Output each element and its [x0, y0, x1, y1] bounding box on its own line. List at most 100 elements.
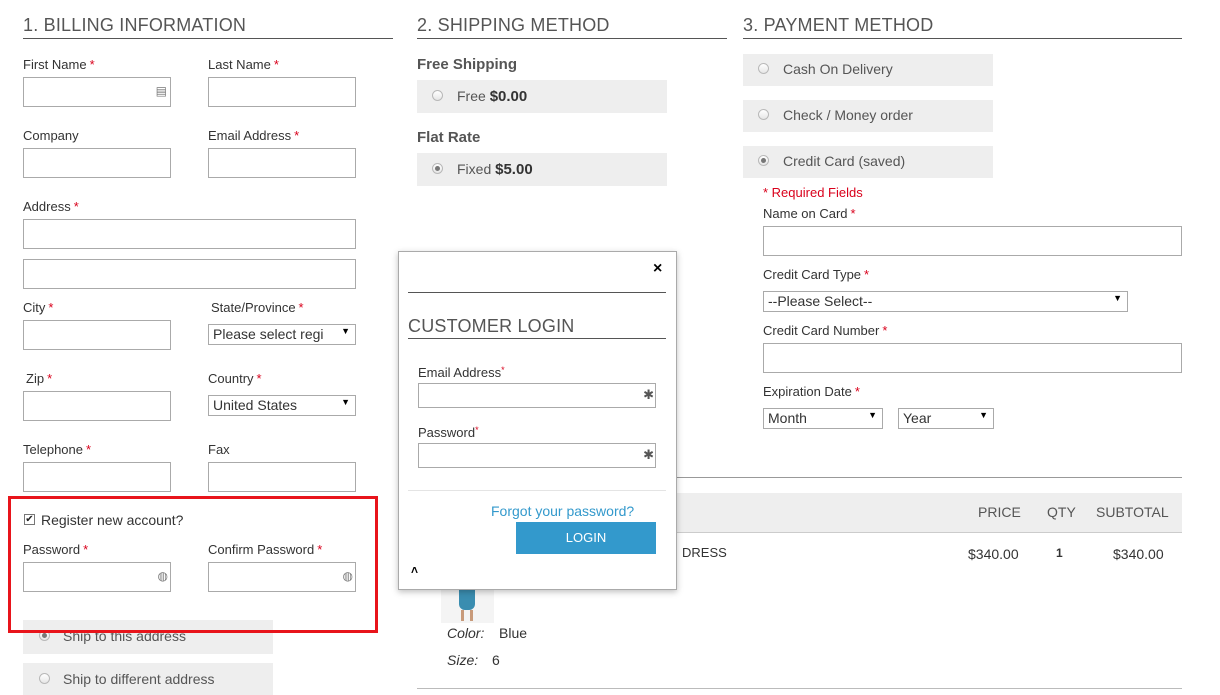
chevron-down-icon: ▼: [341, 326, 350, 336]
customer-login-title: CUSTOMER LOGIN: [408, 316, 575, 336]
modal-divider: [408, 490, 666, 491]
fax-field[interactable]: [208, 462, 356, 492]
highlight-box: [8, 496, 378, 633]
size-attribute-value: 6: [492, 652, 500, 668]
card-number-field[interactable]: [763, 343, 1182, 373]
first-name-label: First Name *: [23, 57, 95, 72]
chevron-down-icon: ▼: [1113, 293, 1122, 303]
state-select-value: Please select regi: [213, 326, 324, 342]
free-shipping-label: Free $0.00: [457, 88, 528, 105]
address-line-2-field[interactable]: [23, 259, 356, 289]
ship-different-address-option[interactable]: Ship to different address: [23, 663, 273, 695]
country-select[interactable]: United States ▼: [208, 395, 356, 416]
contact-card-icon: ▤: [155, 84, 167, 98]
check-money-order-option[interactable]: Check / Money order: [743, 100, 993, 132]
modal-title-rule: [408, 338, 666, 339]
login-password-label: Password*: [418, 425, 479, 440]
product-thumbnail[interactable]: [441, 590, 494, 623]
card-number-label: Credit Card Number *: [763, 323, 888, 338]
last-name-label: Last Name *: [208, 57, 279, 72]
cash-on-delivery-label: Cash On Delivery: [783, 61, 893, 77]
company-field[interactable]: [23, 148, 171, 178]
country-select-value: United States: [213, 397, 298, 413]
billing-title: 1. BILLING INFORMATION: [23, 15, 247, 35]
name-on-card-field[interactable]: [763, 226, 1182, 256]
chevron-down-icon: ▼: [868, 410, 877, 420]
size-attribute-label: Size:: [447, 652, 479, 668]
fax-label: Fax: [208, 442, 230, 457]
card-type-select-value: --Please Select--: [768, 293, 873, 309]
shipping-title: 2. SHIPPING METHOD: [417, 15, 610, 35]
credit-card-option[interactable]: Credit Card (saved): [743, 146, 993, 178]
shipping-title-rule: [417, 38, 727, 39]
state-label: State/Province *: [211, 300, 304, 315]
required-fields-note: * Required Fields: [763, 185, 863, 200]
cash-on-delivery-radio[interactable]: [758, 63, 769, 74]
modal-header-rule: [408, 292, 666, 293]
key-icon: ✱: [643, 387, 654, 402]
product-subtotal: $340.00: [1113, 546, 1164, 562]
address-label: Address *: [23, 199, 79, 214]
subtotal-column-header: SUBTOTAL: [1096, 504, 1169, 520]
check-money-order-label: Check / Money order: [783, 107, 913, 123]
card-type-label: Credit Card Type *: [763, 267, 870, 282]
ship-different-address-radio[interactable]: [39, 673, 50, 684]
last-name-field[interactable]: [208, 77, 356, 107]
check-money-order-radio[interactable]: [758, 109, 769, 120]
flat-rate-radio[interactable]: [432, 163, 443, 174]
login-email-field[interactable]: ✱: [418, 383, 656, 408]
product-qty: 1: [1056, 546, 1063, 560]
color-attribute-label: Color:: [447, 625, 485, 641]
expiration-year-value: Year: [903, 410, 932, 426]
dress-image: [459, 590, 475, 610]
collapse-icon[interactable]: ˄: [411, 563, 418, 577]
telephone-field[interactable]: [23, 462, 171, 492]
price-column-header: PRICE: [978, 504, 1021, 520]
cash-on-delivery-option[interactable]: Cash On Delivery: [743, 54, 993, 86]
ship-different-address-label: Ship to different address: [63, 671, 215, 687]
product-price: $340.00: [968, 546, 1019, 562]
expiration-year-select[interactable]: Year ▼: [898, 408, 994, 429]
customer-login-modal: × CUSTOMER LOGIN Email Address* ✱ Passwo…: [398, 251, 677, 590]
chevron-down-icon: ▼: [979, 410, 988, 420]
telephone-label: Telephone *: [23, 442, 92, 457]
email-label: Email Address *: [208, 128, 300, 143]
zip-field[interactable]: [23, 391, 171, 421]
login-password-field[interactable]: ✱: [418, 443, 656, 468]
company-label: Company: [23, 128, 79, 143]
login-button[interactable]: LOGIN: [516, 522, 656, 554]
expiration-month-select[interactable]: Month ▼: [763, 408, 883, 429]
credit-card-radio[interactable]: [758, 155, 769, 166]
expiration-month-value: Month: [768, 410, 807, 426]
free-shipping-option[interactable]: Free $0.00: [417, 80, 667, 113]
flat-rate-option[interactable]: Fixed $5.00: [417, 153, 667, 186]
close-icon[interactable]: ×: [653, 260, 662, 278]
color-attribute-value: Blue: [499, 625, 528, 641]
dress-image-leg: [470, 610, 473, 621]
billing-title-rule: [23, 38, 393, 39]
credit-card-label: Credit Card (saved): [783, 153, 906, 169]
payment-title: 3. PAYMENT METHOD: [743, 15, 934, 35]
address-line-1-field[interactable]: [23, 219, 356, 249]
first-name-field[interactable]: ▤: [23, 77, 171, 107]
login-email-label: Email Address*: [418, 365, 505, 380]
chevron-down-icon: ▼: [341, 397, 350, 407]
zip-label: Zip *: [26, 371, 53, 386]
payment-title-rule: [743, 38, 1182, 39]
email-field[interactable]: [208, 148, 356, 178]
flat-rate-label: Fixed $5.00: [457, 161, 533, 178]
key-icon: ✱: [643, 447, 654, 462]
free-shipping-heading: Free Shipping: [417, 56, 518, 73]
flat-rate-heading: Flat Rate: [417, 129, 481, 146]
product-name: DRESS: [682, 545, 727, 560]
dress-image-leg: [461, 610, 464, 621]
forgot-password-link[interactable]: Forgot your password?: [491, 503, 634, 519]
qty-column-header: QTY: [1047, 504, 1076, 520]
free-shipping-radio[interactable]: [432, 90, 443, 101]
state-select[interactable]: Please select regi ▼: [208, 324, 356, 345]
city-label: City *: [23, 300, 54, 315]
card-type-select[interactable]: --Please Select-- ▼: [763, 291, 1128, 312]
city-field[interactable]: [23, 320, 171, 350]
country-label: Country *: [208, 371, 262, 386]
name-on-card-label: Name on Card *: [763, 206, 856, 221]
